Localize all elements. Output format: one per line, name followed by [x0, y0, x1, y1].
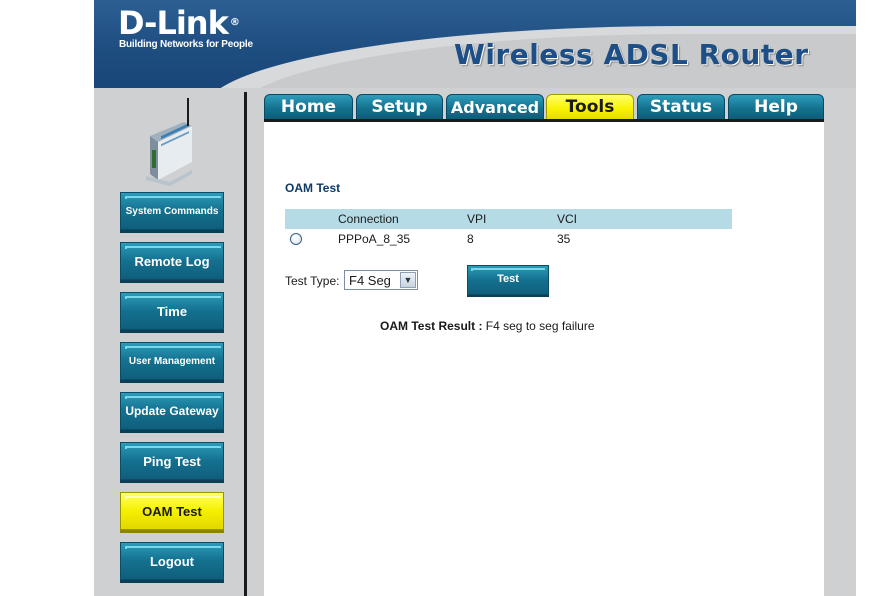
test-button[interactable]: Test	[467, 265, 549, 295]
remote-log-button[interactable]: Remote Log	[120, 242, 224, 280]
product-title: Wireless ADSL Router	[454, 38, 809, 71]
vci-cell: 35	[557, 232, 571, 246]
oam-test-result: OAM Test Result : F4 seg to seg failure	[380, 319, 595, 333]
user-management-button[interactable]: User Management	[120, 342, 224, 380]
result-value: F4 seg to seg failure	[485, 319, 595, 333]
content-panel	[264, 122, 824, 596]
column-header-vpi: VPI	[467, 212, 487, 226]
brand-name: D-Link	[118, 4, 229, 42]
vpi-cell: 8	[467, 232, 474, 246]
column-header-vci: VCI	[557, 212, 578, 226]
sidebar-divider	[244, 92, 247, 596]
tab-status[interactable]: Status	[637, 94, 725, 120]
main-tabs: Home Setup Advanced Tools Status Help	[264, 94, 824, 120]
dlink-logo: D-Link ®	[118, 4, 240, 42]
page-title: OAM Test	[285, 181, 341, 195]
registered-mark: ®	[229, 17, 240, 28]
connection-radio[interactable]	[290, 233, 302, 245]
tab-home[interactable]: Home	[264, 94, 353, 120]
oam-test-button[interactable]: OAM Test	[120, 492, 224, 530]
chevron-down-icon[interactable]: ▼	[400, 272, 416, 288]
ping-test-button[interactable]: Ping Test	[120, 442, 224, 480]
system-commands-button[interactable]: System Commands	[120, 192, 224, 230]
test-type-select[interactable]: F4 Seg ▼	[344, 270, 418, 290]
result-label: OAM Test Result :	[380, 319, 483, 333]
logout-button[interactable]: Logout	[120, 542, 224, 580]
brand-tagline: Building Networks for People	[119, 39, 253, 50]
update-gateway-button[interactable]: Update Gateway	[120, 392, 224, 430]
tab-help[interactable]: Help	[728, 94, 824, 120]
tab-setup[interactable]: Setup	[356, 94, 443, 120]
test-type-label: Test Type:	[285, 274, 340, 288]
router-device-icon	[146, 98, 192, 186]
column-header-connection: Connection	[338, 212, 399, 226]
tab-tools[interactable]: Tools	[546, 94, 634, 120]
time-button[interactable]: Time	[120, 292, 224, 330]
tab-advanced[interactable]: Advanced	[446, 94, 544, 120]
connection-cell: PPPoA_8_35	[338, 232, 411, 246]
test-type-value: F4 Seg	[349, 272, 391, 288]
